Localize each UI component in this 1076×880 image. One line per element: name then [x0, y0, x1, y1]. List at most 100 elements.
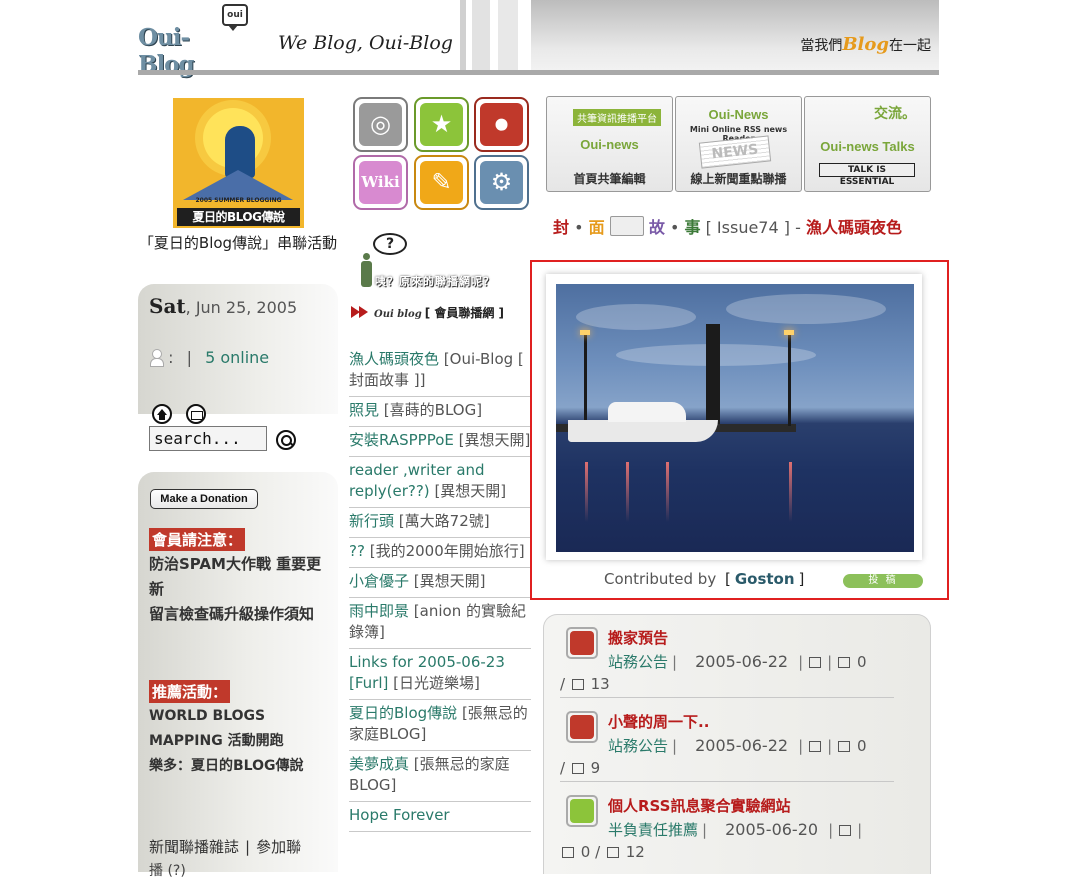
tile-camera[interactable]: ◎ [353, 97, 408, 152]
tile-microphone[interactable]: ⏺ [474, 97, 529, 152]
mail-icon[interactable] [186, 404, 206, 424]
trackback-icon[interactable] [838, 741, 851, 752]
post-category-link[interactable]: 站務公告 [608, 653, 668, 671]
submit-story-button[interactable]: 投 稿 [843, 574, 923, 588]
feed-source: [異想天開] [413, 572, 486, 590]
promo-link[interactable]: WORLD BLOGS MAPPING 活動開跑 [149, 704, 334, 754]
comment-icon[interactable] [571, 763, 584, 774]
promo-list: WORLD BLOGS MAPPING 活動開跑 樂多：夏日的BLOG傳說 [149, 704, 334, 779]
cover-story-box: Contributed by [Goston] 投 稿 [530, 260, 949, 600]
online-status: : | 5 online [149, 348, 269, 367]
post-category-link[interactable]: 半負責任推薦 [608, 821, 698, 839]
post-comments: 0 / 12 [560, 843, 645, 861]
feed-title-link[interactable]: 新行頭 [349, 512, 394, 530]
question-text: 咦？原來的聯播網呢？ [375, 275, 495, 288]
notice-heading-label: 會員請注意： [149, 528, 246, 551]
feed-title-link[interactable]: Hope Forever [349, 806, 450, 824]
comment-icon[interactable] [571, 679, 584, 690]
syndication-label: [ 會員聯播網 ] [424, 306, 505, 320]
mountain-graphic [183, 170, 293, 200]
promo-link[interactable]: 樂多：夏日的BLOG傳說 [149, 754, 334, 779]
tagline-prefix: 當我們 [800, 38, 843, 54]
feed-item: ?? [我的2000年開始旅行] [349, 538, 531, 568]
online-count-link[interactable]: 5 online [205, 348, 269, 367]
oui-news-card-reader[interactable]: Oui-News Mini Online RSS news Reader NEW… [675, 96, 802, 192]
post-category-icon[interactable] [566, 627, 598, 659]
light-reflection [585, 462, 588, 522]
cloud-shape [726, 294, 886, 324]
feed-title-link[interactable]: 美夢成真 [349, 755, 409, 773]
post-comments: / 13 [560, 675, 610, 693]
trackback-count: 0 [856, 653, 867, 671]
summer-blogging-banner[interactable]: 2005 SUMMER BLOGGING 夏日的BLOG傳說 [173, 98, 304, 228]
feed-title-link[interactable]: 小倉優子 [349, 572, 409, 590]
feed-item: 夏日的Blog傳說 [張無忌的家庭BLOG] [349, 700, 531, 751]
search-button-icon[interactable] [276, 430, 296, 450]
cover-headline-link[interactable]: 漁人碼頭夜色 [806, 218, 902, 237]
post-category-icon[interactable] [566, 795, 598, 827]
trackback-icon[interactable] [562, 847, 574, 858]
oui-news-card-home[interactable]: 共筆資訊推播平台 Oui-news 首頁共筆編輯 [546, 96, 673, 192]
feed-title-link[interactable]: 照見 [349, 401, 379, 419]
tile-edit[interactable]: ✎ [414, 155, 469, 210]
notice-link[interactable]: 留言檢查碼升級操作須知 [149, 602, 334, 627]
feed-title-link[interactable]: 安裝RASPPPoE [349, 431, 454, 449]
post-category-icon[interactable] [566, 711, 598, 743]
site-logo[interactable]: Oui-Blog oui [138, 4, 248, 78]
post-date: 2005-06-20 [725, 820, 819, 839]
tile-wiki[interactable]: Wiki [353, 155, 408, 210]
join-link[interactable]: 參加聯 [256, 838, 301, 856]
online-separator: | [186, 348, 192, 367]
tile-star[interactable]: ★ [414, 97, 469, 152]
search-input[interactable] [149, 426, 267, 451]
oui-blog-mini-logo: Oui blog [374, 309, 422, 320]
edit-glyph: ✎ [431, 168, 452, 196]
syndication-question[interactable]: ? 咦？原來的聯播網呢？ [361, 231, 531, 291]
card-bottom-label: 線上新聞重點聯播 [690, 172, 787, 186]
feed-item: Hope Forever [349, 802, 531, 832]
cover-photo-frame[interactable] [546, 274, 922, 560]
contributor-link[interactable]: Goston [735, 570, 795, 588]
tile-gear[interactable]: ⚙ [474, 155, 529, 210]
notice-link[interactable]: 防治SPAM大作戰 重要更新 [149, 552, 334, 602]
feed-list: 漁人碼頭夜色 [Oui-Blog [ 封面故事 ]] 照見 [喜蒔的BLOG] … [349, 346, 531, 832]
feed-title-link[interactable]: 夏日的Blog傳說 [349, 704, 457, 722]
contributed-by-label: Contributed by [604, 570, 717, 588]
permalink-icon[interactable] [809, 657, 822, 668]
post-category-link[interactable]: 站務公告 [608, 737, 668, 755]
edit-icon: ✎ [420, 161, 463, 204]
cover-char: 故 [648, 218, 665, 237]
header-stripe [460, 0, 466, 70]
header-stripe [472, 0, 490, 70]
comment-icon[interactable] [606, 847, 619, 858]
card-ribbon: 交流。 [874, 106, 916, 122]
feed-source: [異想天開] [458, 431, 531, 449]
person-icon [361, 253, 372, 287]
wiki-glyph: Wiki [361, 173, 400, 191]
star-icon [570, 799, 594, 823]
feed-title-link[interactable]: ?? [349, 542, 365, 560]
star-glyph: ★ [430, 110, 453, 138]
boat-hull [568, 420, 718, 442]
permalink-icon[interactable] [809, 741, 822, 752]
wiki-icon: Wiki [359, 161, 402, 204]
header-tagline: 當我們Blog在一起 [800, 34, 931, 55]
post-title-link[interactable]: 搬家預告 [608, 627, 668, 648]
post-title-link[interactable]: 個人RSS訊息聚合實驗網站 [608, 795, 790, 816]
light-reflection [626, 462, 629, 522]
feed-title-link[interactable]: 雨中即景 [349, 602, 409, 620]
post-meta: 站務公告 | 2005-06-22 | | 0 [608, 736, 867, 755]
microphone-icon [570, 631, 594, 655]
promo-caption-link[interactable]: 「夏日的Blog傳說」串聯活動 [138, 234, 338, 252]
newsletter-link[interactable]: 新聞聯播雜誌 [149, 838, 239, 856]
home-icon[interactable] [152, 404, 172, 424]
permalink-icon[interactable] [839, 825, 852, 836]
join-link-cont[interactable]: 播 (?) [149, 860, 186, 880]
post-divider [560, 781, 894, 782]
trackback-icon[interactable] [838, 657, 851, 668]
gear-icon: ⚙ [480, 161, 523, 204]
post-title-link[interactable]: 小聲的周一下.. [608, 711, 709, 732]
oui-news-card-talks[interactable]: 交流。 Oui-news Talks TALK IS ESSENTIAL [804, 96, 931, 192]
feed-title-link[interactable]: 漁人碼頭夜色 [349, 350, 439, 368]
donate-button[interactable]: Make a Donation [150, 489, 258, 509]
